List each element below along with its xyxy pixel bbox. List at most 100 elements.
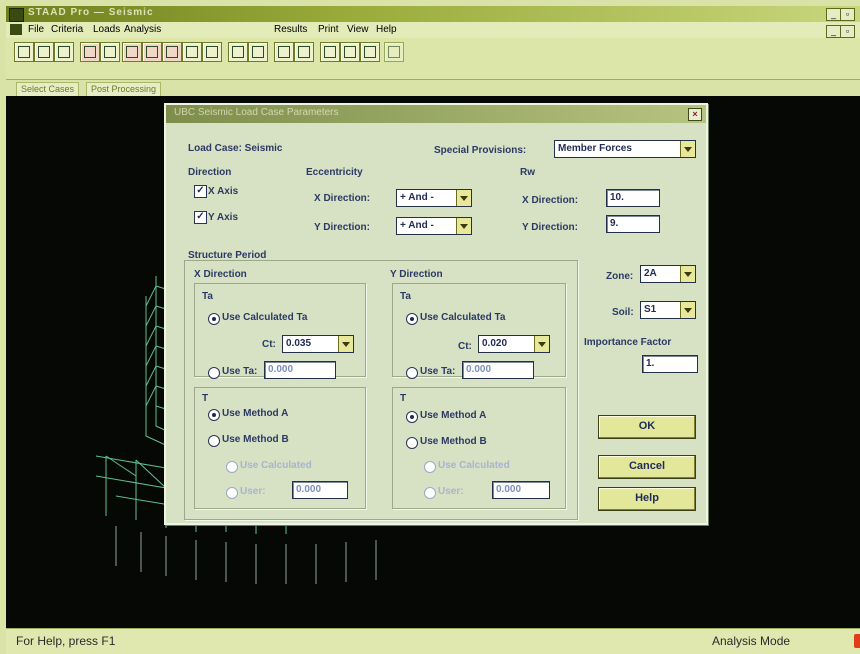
graph-icon[interactable] [294,42,314,62]
menu-help[interactable]: Help [376,24,397,35]
menu-analysis[interactable]: Analysis [124,24,161,35]
doc-minimize-icon[interactable]: _ [826,25,841,38]
disabled-tool-icon[interactable] [384,42,404,62]
chevron-down-icon[interactable] [534,336,549,352]
x-use-calculated-ta-label: Use Calculated Ta [222,312,308,323]
chevron-down-icon[interactable] [456,218,471,234]
y-method-a-radio[interactable] [406,411,418,423]
menu-view[interactable]: View [347,24,369,35]
rw-y-field[interactable]: 9. [606,215,660,233]
special-provisions-label: Special Provisions: [434,145,527,156]
ecc-y-value: + And - [400,220,434,231]
ok-button[interactable]: OK [598,415,696,439]
minimize-icon[interactable]: _ [826,8,841,21]
y-method-b-label: Use Method B [420,436,487,447]
document-icon[interactable] [10,24,22,35]
help-button[interactable]: Help [598,487,696,511]
window-icon[interactable] [34,42,54,62]
chart-icon[interactable] [202,42,222,62]
x-user-radio[interactable] [226,487,238,499]
zone-value: 2A [644,268,657,279]
table-icon[interactable] [274,42,294,62]
restore-icon[interactable]: ▫ [840,8,855,21]
special-provisions-select[interactable]: Member Forces [554,140,696,158]
x-ct-label: Ct: [262,339,276,350]
ecc-x-select[interactable]: + And - [396,189,472,207]
y-use-ta-label: Use Ta: [420,366,456,377]
y-direction-label: Y Direction [390,269,443,280]
x-user-field[interactable]: 0.000 [292,481,348,499]
x-use-calculated-ta-radio[interactable] [208,313,220,325]
status-help-text: For Help, press F1 [16,634,116,648]
y-use-calculated-ta-radio[interactable] [406,313,418,325]
importance-factor-field[interactable]: 1. [642,355,698,373]
y-user-label: User: [438,486,464,497]
y-method-a-label: Use Method A [420,410,487,421]
y-user-radio[interactable] [424,487,436,499]
cancel-button[interactable]: Cancel [598,455,696,479]
toolbar [6,38,860,80]
close-icon[interactable]: × [688,108,702,121]
rw-x-label: X Direction: [522,195,579,206]
rw-y-label: Y Direction: [522,222,578,233]
ecc-y-select[interactable]: + And - [396,217,472,235]
x-axis-checkbox[interactable]: ✓ [194,185,207,198]
app-icon[interactable] [9,8,24,22]
load-icon[interactable] [122,42,142,62]
y-user-field[interactable]: 0.000 [492,481,550,499]
y-calculated-radio[interactable] [424,461,436,473]
chevron-down-icon[interactable] [456,190,471,206]
dialog-title-bar[interactable]: UBC Seismic Load Case Parameters × [166,105,706,123]
chevron-down-icon[interactable] [680,266,695,282]
menu-loads[interactable]: Loads [93,24,120,35]
menu-results[interactable]: Results [274,24,307,35]
dialog-title: UBC Seismic Load Case Parameters [174,107,339,118]
y-use-ta-radio[interactable] [406,367,418,379]
y-use-ta-field[interactable]: 0.000 [462,361,534,379]
ecc-y-label: Y Direction: [314,222,370,233]
y-ct-label: Ct: [458,341,472,352]
pan-icon[interactable] [228,42,248,62]
y-calculated-label: Use Calculated [438,460,510,471]
soil-value: S1 [644,304,657,315]
x-user-label: User: [240,486,266,497]
direction-label: Direction [188,167,232,178]
help-pointer-icon[interactable] [360,42,380,62]
node-icon[interactable] [100,42,120,62]
soil-select[interactable]: S1 [640,301,696,319]
rw-x-field[interactable]: 10. [606,189,660,207]
x-method-b-radio[interactable] [208,435,220,447]
x-t-label: T [202,393,209,404]
soil-label: Soil: [612,307,634,318]
y-use-calculated-ta-label: Use Calculated Ta [420,312,506,323]
menu-bar: File Criteria Loads Analysis Results Pri… [6,22,860,38]
support-icon[interactable] [142,42,162,62]
y-ct-select[interactable]: 0.020 [478,335,550,353]
y-method-b-radio[interactable] [406,437,418,449]
zoom-icon[interactable] [248,42,268,62]
y-axis-checkbox[interactable]: ✓ [194,211,207,224]
x-ta-label: Ta [202,291,213,302]
x-ct-select[interactable]: 0.035 [282,335,354,353]
member-icon[interactable] [80,42,100,62]
app-title-bar: STAAD Pro — Seismic _ ▫ [6,6,860,22]
x-use-ta-radio[interactable] [208,367,220,379]
x-method-a-radio[interactable] [208,409,220,421]
menu-criteria[interactable]: Criteria [51,24,83,35]
doc-restore-icon[interactable]: ▫ [840,25,855,38]
frame-icon[interactable] [54,42,74,62]
force-icon[interactable] [162,42,182,62]
menu-print[interactable]: Print [318,24,339,35]
select-icon[interactable] [14,42,34,62]
x-use-ta-field[interactable]: 0.000 [264,361,336,379]
chevron-down-icon[interactable] [680,141,695,157]
x-axis-label: X Axis [208,186,239,197]
diagram-icon[interactable] [182,42,202,62]
print-icon[interactable] [320,42,340,62]
x-calculated-radio[interactable] [226,461,238,473]
zone-select[interactable]: 2A [640,265,696,283]
chevron-down-icon[interactable] [338,336,353,352]
menu-file[interactable]: File [28,24,44,35]
info-icon[interactable] [340,42,360,62]
chevron-down-icon[interactable] [680,302,695,318]
